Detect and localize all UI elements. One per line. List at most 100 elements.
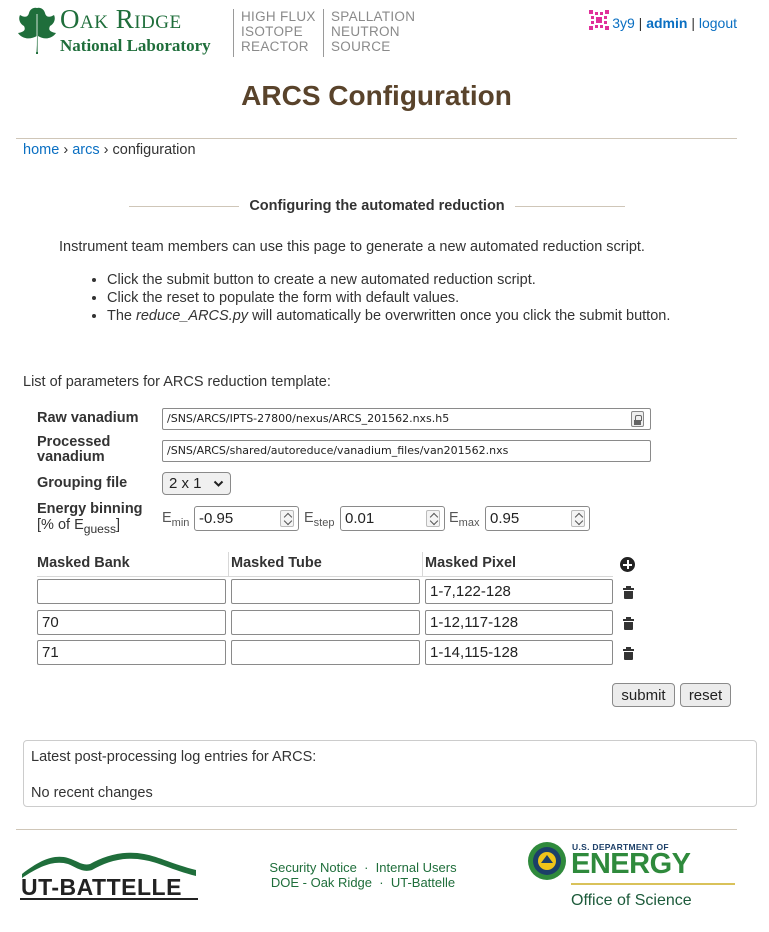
hfir-line: HIGH FLUX bbox=[241, 9, 316, 24]
masked-bank-input[interactable] bbox=[37, 579, 226, 604]
spinner-arrows-icon[interactable] bbox=[571, 510, 585, 527]
doe-energy-label: ENERGY bbox=[571, 848, 691, 880]
masked-bank-input[interactable]: 70 bbox=[37, 610, 226, 635]
breadcrumb-instrument-link[interactable]: arcs bbox=[72, 142, 99, 158]
masked-tube-header: Masked Tube bbox=[231, 555, 322, 571]
instruction-item: Click the reset to populate the form wit… bbox=[107, 289, 759, 307]
section-heading: Configuring the automated reduction bbox=[129, 198, 625, 216]
masked-tube-input[interactable] bbox=[231, 579, 420, 604]
e-letter: E bbox=[449, 510, 459, 526]
heading-rule bbox=[515, 206, 625, 207]
script-filename: reduce_ARCS.py bbox=[136, 308, 249, 324]
footer-links: Security Notice · Internal Users DOE - O… bbox=[250, 860, 476, 890]
internal-users-link[interactable]: Internal Users bbox=[376, 860, 457, 875]
breadcrumb-current: configuration bbox=[112, 142, 196, 158]
emin-label: Emin bbox=[162, 510, 189, 529]
post-processing-log: Latest post-processing log entries for A… bbox=[23, 740, 757, 807]
sns-logo[interactable]: SPALLATION NEUTRON SOURCE bbox=[323, 9, 415, 57]
breadcrumb: home › arcs › configuration bbox=[23, 142, 196, 158]
reset-button[interactable]: reset bbox=[680, 683, 731, 707]
log-title: Latest post-processing log entries for A… bbox=[31, 749, 317, 765]
footer-links-row: Security Notice · Internal Users bbox=[250, 860, 476, 875]
oak-leaf-icon bbox=[18, 7, 56, 54]
masked-pixel-input[interactable]: 1-7,122-128 bbox=[425, 579, 613, 604]
footer-dot: · bbox=[379, 875, 384, 890]
doe-oak-ridge-link[interactable]: DOE - Oak Ridge bbox=[271, 875, 372, 890]
instruction-item: The reduce_ARCS.py will automatically be… bbox=[107, 307, 759, 325]
processed-vanadium-label-line: vanadium bbox=[37, 449, 105, 465]
sns-line: NEUTRON bbox=[331, 24, 400, 39]
ornl-logo[interactable]: Oak Ridge National Laboratory bbox=[16, 4, 226, 56]
grouping-file-label: Grouping file bbox=[37, 475, 128, 491]
footer-links-row: DOE - Oak Ridge · UT-Battelle bbox=[250, 875, 476, 890]
breadcrumb-separator: › bbox=[103, 142, 109, 158]
admin-link[interactable]: admin bbox=[646, 15, 687, 31]
emax-input[interactable]: 0.95 bbox=[485, 506, 590, 531]
estep-value: 0.01 bbox=[345, 510, 375, 527]
instruction-item: Click the submit button to create a new … bbox=[107, 271, 759, 289]
page-header: Oak Ridge National Laboratory HIGH FLUX … bbox=[0, 0, 769, 70]
spinner-arrows-icon[interactable] bbox=[280, 510, 294, 527]
emax-label: Emax bbox=[449, 510, 479, 529]
table-header-rule bbox=[37, 576, 613, 577]
processed-vanadium-label: Processed vanadium bbox=[37, 435, 110, 465]
raw-vanadium-value: /SNS/ARCS/IPTS-27800/nexus/ARCS_201562.n… bbox=[167, 412, 450, 425]
instruction-suffix: will automatically be overwritten once y… bbox=[248, 308, 671, 324]
raw-vanadium-input[interactable]: /SNS/ARCS/IPTS-27800/nexus/ARCS_201562.n… bbox=[162, 408, 651, 430]
emax-value: 0.95 bbox=[490, 510, 520, 527]
masked-pixel-input[interactable]: 1-14,115-128 bbox=[425, 640, 613, 665]
masked-tube-input[interactable] bbox=[231, 640, 420, 665]
user-avatar-icon bbox=[589, 10, 610, 30]
submit-button[interactable]: submit bbox=[612, 683, 675, 707]
add-row-icon[interactable] bbox=[620, 557, 635, 572]
user-separator: | bbox=[691, 15, 695, 31]
energy-sub-suffix: ] bbox=[115, 517, 121, 533]
file-picker-icon[interactable] bbox=[631, 411, 644, 427]
logout-link[interactable]: logout bbox=[699, 15, 737, 31]
trash-icon[interactable] bbox=[623, 617, 634, 630]
hfir-logo[interactable]: HIGH FLUX ISOTOPE REACTOR bbox=[233, 9, 316, 57]
parameters-heading: List of parameters for ARCS reduction te… bbox=[23, 374, 331, 390]
spinner-arrows-icon[interactable] bbox=[426, 510, 440, 527]
estep-input[interactable]: 0.01 bbox=[340, 506, 445, 531]
security-notice-link[interactable]: Security Notice bbox=[269, 860, 356, 875]
instruction-prefix: The bbox=[107, 308, 137, 324]
sns-line: SPALLATION bbox=[331, 9, 416, 24]
column-divider bbox=[228, 552, 229, 576]
hfir-line: ISOTOPE bbox=[241, 24, 303, 39]
processed-vanadium-label-line: Processed bbox=[37, 434, 111, 450]
masked-pixel-input[interactable]: 1-12,117-128 bbox=[425, 610, 613, 635]
masked-tube-input[interactable] bbox=[231, 610, 420, 635]
trash-icon[interactable] bbox=[623, 647, 634, 660]
emin-sub: min bbox=[171, 516, 190, 529]
emin-value: -0.95 bbox=[199, 510, 234, 527]
energy-binning-subtitle: [% of Eguess] bbox=[37, 518, 143, 537]
grouping-file-select[interactable]: 2 x 1 bbox=[162, 472, 231, 495]
log-empty-message: No recent changes bbox=[31, 785, 153, 801]
energy-sub-subscript: guess bbox=[83, 521, 116, 536]
chevron-down-icon bbox=[213, 476, 224, 490]
estep-sub: step bbox=[313, 516, 335, 529]
breadcrumb-home-link[interactable]: home bbox=[23, 142, 59, 158]
intro-text: Instrument team members can use this pag… bbox=[59, 239, 645, 255]
user-separator: | bbox=[638, 15, 643, 31]
ut-battelle-link[interactable]: UT-Battelle bbox=[391, 875, 455, 890]
doe-office-label: Office of Science bbox=[571, 892, 692, 909]
masked-pixel-header: Masked Pixel bbox=[425, 555, 517, 571]
doe-seal-icon bbox=[528, 842, 566, 880]
trash-icon[interactable] bbox=[623, 586, 634, 599]
energy-sub-prefix: [% of E bbox=[37, 517, 84, 533]
hfir-line: REACTOR bbox=[241, 39, 309, 54]
doe-rule bbox=[571, 883, 735, 885]
ut-battelle-logo[interactable]: UT-BATTELLE bbox=[20, 850, 198, 900]
e-letter: E bbox=[162, 510, 172, 526]
doe-office-of-science-logo[interactable]: U.S. DEPARTMENT OF ENERGY Office of Scie… bbox=[527, 840, 737, 910]
estep-label: Estep bbox=[304, 510, 334, 529]
processed-vanadium-input[interactable]: /SNS/ARCS/shared/autoreduce/vanadium_fil… bbox=[162, 440, 651, 462]
energy-binning-label: Energy binning [% of Eguess] bbox=[37, 502, 143, 537]
sns-line: SOURCE bbox=[331, 39, 391, 54]
masked-bank-input[interactable]: 71 bbox=[37, 640, 226, 665]
user-id-link[interactable]: 3y9 bbox=[612, 15, 635, 31]
footer-divider bbox=[16, 829, 737, 830]
emin-input[interactable]: -0.95 bbox=[194, 506, 299, 531]
